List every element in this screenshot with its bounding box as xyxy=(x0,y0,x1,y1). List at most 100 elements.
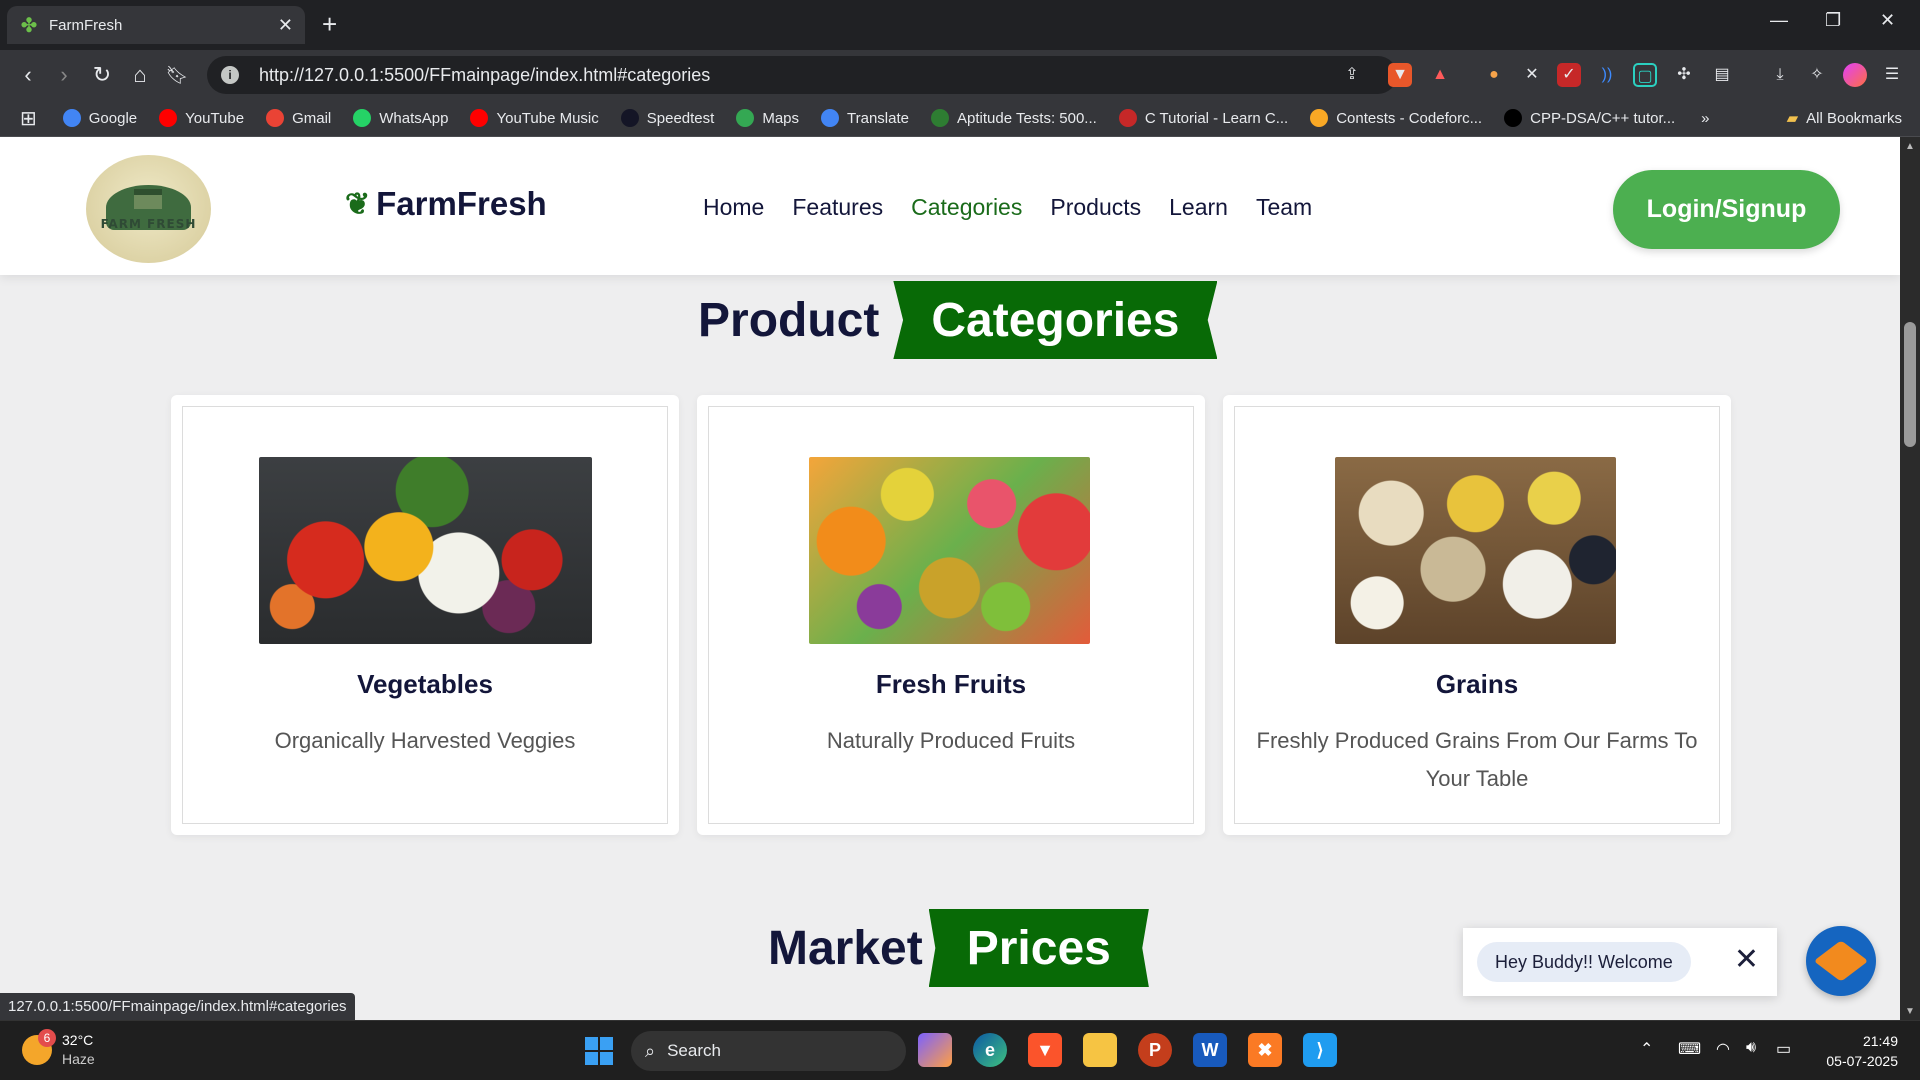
ai-sparkle-icon[interactable]: ✧ xyxy=(1805,63,1829,87)
chatbot-button[interactable] xyxy=(1806,926,1876,996)
nav-categories[interactable]: Categories xyxy=(911,194,1022,221)
category-card-grains[interactable]: Grains Freshly Produced Grains From Our … xyxy=(1223,395,1731,835)
category-card-fruits[interactable]: Fresh Fruits Naturally Produced Fruits xyxy=(697,395,1205,835)
all-bookmarks-button[interactable]: ▰ All Bookmarks xyxy=(1787,109,1902,128)
back-icon[interactable]: ‹ xyxy=(14,61,42,89)
notification-badge: 6 xyxy=(38,1029,56,1047)
taskbar: 6 32°C Haze ⌕ Search e ▼ P W ✖ ⟩ ⌃ ⌨ ◠ 🔊… xyxy=(0,1020,1920,1080)
bookmark-item[interactable]: Contests - Codeforc... xyxy=(1310,109,1482,127)
brave-rewards-icon[interactable]: ▲ xyxy=(1428,63,1452,87)
extension-teal-icon[interactable]: ▢ xyxy=(1633,63,1657,87)
share-icon[interactable]: ⇪ xyxy=(1340,63,1364,87)
login-signup-button[interactable]: Login/Signup xyxy=(1613,170,1840,249)
categories-heading: Product Categories xyxy=(698,281,1218,359)
bookmark-item[interactable]: Google xyxy=(62,109,137,127)
show-hidden-icons[interactable]: ⌃ xyxy=(1640,1039,1653,1059)
edge-icon[interactable]: e xyxy=(973,1033,1007,1067)
bookmark-item[interactable]: Aptitude Tests: 500... xyxy=(931,109,1097,127)
address-bar[interactable]: i http://127.0.0.1:5500/FFmainpage/index… xyxy=(207,56,1397,94)
card-border: Fresh Fruits Naturally Produced Fruits xyxy=(708,406,1194,824)
nav-team[interactable]: Team xyxy=(1256,194,1312,221)
card-description: Freshly Produced Grains From Our Farms T… xyxy=(1256,728,1698,791)
brave-icon[interactable]: ▼ xyxy=(1028,1033,1062,1067)
weather-widget[interactable]: 6 32°C Haze xyxy=(22,1029,95,1069)
all-bookmarks-label: All Bookmarks xyxy=(1806,109,1902,127)
bookmark-item[interactable]: CPP-DSA/C++ tutor... xyxy=(1504,109,1675,127)
brave-shield-icon[interactable]: ▼ xyxy=(1388,63,1412,87)
close-tab-icon[interactable]: ✕ xyxy=(278,15,293,36)
page-scrollbar[interactable]: ▲ ▼ xyxy=(1900,137,1920,1021)
powerpoint-icon[interactable]: P xyxy=(1138,1033,1172,1067)
volume-icon[interactable]: 🔊︎ xyxy=(1746,1039,1756,1057)
battery-icon[interactable]: ▭ xyxy=(1776,1039,1791,1059)
reading-mode-icon[interactable]: ▤ xyxy=(1710,63,1734,87)
apps-grid-icon[interactable]: ⊞ xyxy=(20,106,37,131)
scroll-up-icon[interactable]: ▲ xyxy=(1904,141,1916,152)
system-clock[interactable]: 21:49 05-07-2025 xyxy=(1826,1031,1898,1071)
nav-learn[interactable]: Learn xyxy=(1169,194,1228,221)
whatsapp-icon xyxy=(353,109,372,127)
nav-products[interactable]: Products xyxy=(1050,194,1141,221)
keyboard-icon[interactable]: ⌨ xyxy=(1678,1039,1701,1059)
more-bookmarks-icon[interactable]: » xyxy=(1701,110,1709,127)
bookmark-item[interactable]: Translate xyxy=(821,109,909,127)
card-title: Vegetables xyxy=(357,669,493,699)
word-icon[interactable]: W xyxy=(1193,1033,1227,1067)
codeforces-icon xyxy=(1310,109,1329,127)
haze-sun-icon: 6 xyxy=(22,1029,56,1065)
bookmark-item[interactable]: YouTube xyxy=(159,109,244,127)
xampp-icon[interactable]: ✖ xyxy=(1248,1033,1282,1067)
browser-tab[interactable]: ✤ FarmFresh ✕ xyxy=(7,6,305,44)
minimize-icon[interactable]: — xyxy=(1770,10,1788,31)
category-card-vegetables[interactable]: Vegetables Organically Harvested Veggies xyxy=(171,395,679,835)
scroll-thumb[interactable] xyxy=(1904,322,1916,447)
bookmark-item[interactable]: C Tutorial - Learn C... xyxy=(1118,109,1288,127)
farm-logo[interactable]: FARM FRESH xyxy=(86,155,211,263)
grains-image xyxy=(1335,457,1616,644)
restore-icon[interactable]: ❐ xyxy=(1825,10,1841,31)
copilot-icon[interactable] xyxy=(918,1033,952,1067)
status-url: 127.0.0.1:5500/FFmainpage/index.html#cat… xyxy=(0,993,355,1020)
download-icon[interactable]: ⤓ xyxy=(1768,63,1792,87)
vscode-icon[interactable]: ⟩ xyxy=(1303,1033,1337,1067)
close-popup-icon[interactable]: ✕ xyxy=(1734,944,1759,976)
new-tab-button[interactable]: + xyxy=(322,10,337,38)
site-header: FARM FRESH ❦ FarmFresh Home Features Cat… xyxy=(0,137,1900,275)
profile-avatar[interactable] xyxy=(1843,63,1867,87)
site-info-icon[interactable]: i xyxy=(221,66,239,84)
nav-home[interactable]: Home xyxy=(703,194,764,221)
card-border: Vegetables Organically Harvested Veggies xyxy=(182,406,668,824)
fruits-image xyxy=(809,457,1090,644)
menu-icon[interactable]: ☰ xyxy=(1880,63,1904,87)
window-close-icon[interactable]: ✕ xyxy=(1880,10,1895,31)
nav-features[interactable]: Features xyxy=(792,194,883,221)
extension-orange-icon[interactable]: ● xyxy=(1482,63,1506,87)
extension-audio-icon[interactable]: )) xyxy=(1595,63,1619,87)
bookmark-item[interactable]: YouTube Music xyxy=(470,109,599,127)
market-heading: Market Prices xyxy=(768,909,1149,987)
bookmark-label: Gmail xyxy=(292,109,332,127)
tab-strip: ✤ FarmFresh ✕ + — ❐ ✕ xyxy=(0,0,1920,50)
scroll-down-icon[interactable]: ▼ xyxy=(1904,1006,1916,1017)
bookmark-label: CPP-DSA/C++ tutor... xyxy=(1530,109,1676,127)
wifi-icon[interactable]: ◠ xyxy=(1716,1039,1730,1059)
extension-red-icon[interactable]: ✓ xyxy=(1557,63,1581,87)
forward-icon[interactable]: › xyxy=(50,61,78,89)
taskbar-search[interactable]: ⌕ Search xyxy=(631,1031,906,1071)
bookmark-item[interactable]: WhatsApp xyxy=(353,109,448,127)
brand[interactable]: ❦ FarmFresh xyxy=(345,185,547,223)
youtube-music-icon xyxy=(470,109,489,127)
bookmark-icon[interactable]: 🔖︎ xyxy=(163,61,191,89)
card-description: Naturally Produced Fruits xyxy=(826,728,1076,753)
github-icon xyxy=(1504,109,1523,127)
brand-name: FarmFresh xyxy=(376,185,547,222)
x-extension-icon[interactable]: ✕ xyxy=(1520,63,1544,87)
bookmark-item[interactable]: Speedtest xyxy=(620,109,714,127)
file-explorer-icon[interactable] xyxy=(1083,1033,1117,1067)
windows-start-icon[interactable] xyxy=(585,1037,613,1065)
home-icon[interactable]: ⌂ xyxy=(126,61,154,89)
extensions-puzzle-icon[interactable]: ✣ xyxy=(1672,63,1696,87)
bookmark-item[interactable]: Gmail xyxy=(266,109,331,127)
bookmark-item[interactable]: Maps xyxy=(736,109,799,127)
reload-icon[interactable]: ↻ xyxy=(88,61,116,89)
